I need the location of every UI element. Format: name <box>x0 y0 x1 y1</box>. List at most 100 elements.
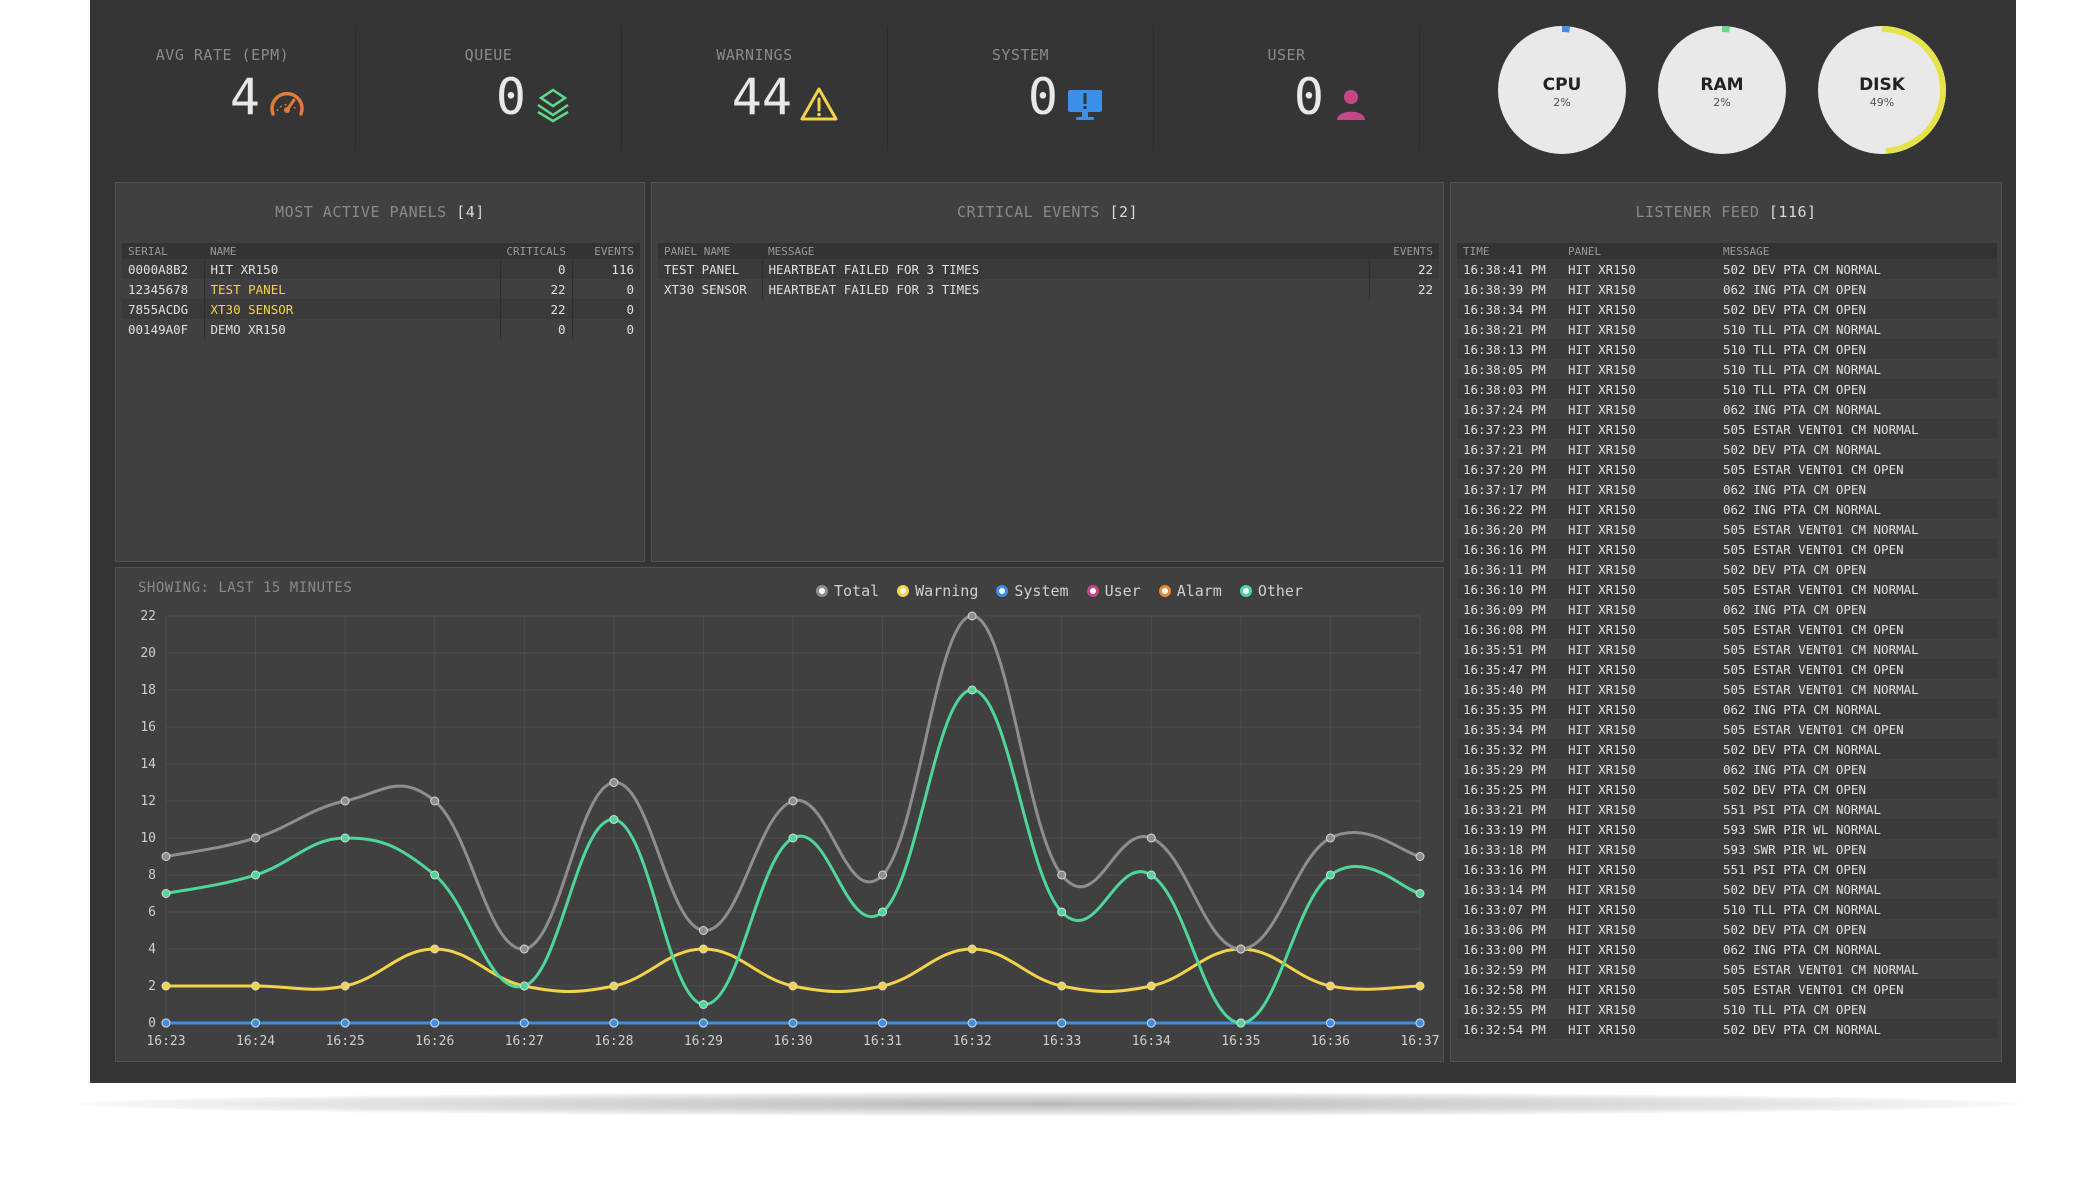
data-point[interactable] <box>161 852 171 861</box>
feed-row[interactable]: 16:38:34 PM HIT XR150 502 DEV PTA CM OPEN <box>1457 299 1997 319</box>
data-point[interactable] <box>1415 981 1425 991</box>
feed-row[interactable]: 16:38:05 PM HIT XR150 510 TLL PTA CM NORMA… <box>1457 359 1997 379</box>
data-point[interactable] <box>1057 1018 1067 1028</box>
col-name[interactable]: NAME <box>204 243 500 259</box>
feed-row[interactable]: 16:33:00 PM HIT XR150 062 ING PTA CM NORMA… <box>1457 939 1997 959</box>
feed-row[interactable]: 16:37:17 PM HIT XR150 062 ING PTA CM OPEN <box>1457 479 1997 499</box>
data-point[interactable] <box>1325 833 1335 843</box>
data-point[interactable] <box>430 944 440 954</box>
col-message[interactable]: MESSAGE <box>1717 243 1997 259</box>
feed-row[interactable]: 16:36:20 PM HIT XR150 505 ESTAR VENT01 CM … <box>1457 519 1997 539</box>
data-point[interactable] <box>878 1018 888 1028</box>
table-row[interactable]: XT30 SENSOR HEARTBEAT FAILED FOR 3 TIMES 2… <box>658 279 1439 299</box>
data-point[interactable] <box>161 981 171 991</box>
feed-row[interactable]: 16:33:14 PM HIT XR150 502 DEV PTA CM NORMA… <box>1457 879 1997 899</box>
data-point[interactable] <box>161 1018 171 1028</box>
feed-row[interactable]: 16:35:40 PM HIT XR150 505 ESTAR VENT01 CM … <box>1457 679 1997 699</box>
feed-row[interactable]: 16:35:47 PM HIT XR150 505 ESTAR VENT01 CM … <box>1457 659 1997 679</box>
feed-row[interactable]: 16:35:35 PM HIT XR150 062 ING PTA CM NORMA… <box>1457 699 1997 719</box>
data-point[interactable] <box>340 981 350 991</box>
col-panel[interactable]: PANEL <box>1562 243 1717 259</box>
data-point[interactable] <box>1146 981 1156 991</box>
data-point[interactable] <box>878 870 888 880</box>
feed-row[interactable]: 16:37:23 PM HIT XR150 505 ESTAR VENT01 CM … <box>1457 419 1997 439</box>
table-row[interactable]: 12345678 TEST PANEL 22 0 <box>122 279 640 299</box>
feed-row[interactable]: 16:36:22 PM HIT XR150 062 ING PTA CM NORMA… <box>1457 499 1997 519</box>
data-point[interactable] <box>698 1000 708 1009</box>
data-point[interactable] <box>698 944 708 954</box>
feed-row[interactable]: 16:33:21 PM HIT XR150 551 PSI PTA CM NORMA… <box>1457 799 1997 819</box>
feed-row[interactable]: 16:32:59 PM HIT XR150 505 ESTAR VENT01 CM … <box>1457 959 1997 979</box>
feed-row[interactable]: 16:38:41 PM HIT XR150 502 DEV PTA CM NORMA… <box>1457 259 1997 279</box>
data-point[interactable] <box>967 1018 977 1028</box>
data-point[interactable] <box>1415 852 1425 861</box>
data-point[interactable] <box>878 981 888 991</box>
data-point[interactable] <box>1325 1018 1335 1028</box>
feed-row[interactable]: 16:36:11 PM HIT XR150 502 DEV PTA CM OPEN <box>1457 559 1997 579</box>
feed-row[interactable]: 16:38:21 PM HIT XR150 510 TLL PTA CM NORMA… <box>1457 319 1997 339</box>
feed-row[interactable]: 16:32:58 PM HIT XR150 505 ESTAR VENT01 CM … <box>1457 979 1997 999</box>
data-point[interactable] <box>1057 870 1067 880</box>
feed-row[interactable]: 16:37:21 PM HIT XR150 502 DEV PTA CM NORMA… <box>1457 439 1997 459</box>
feed-row[interactable]: 16:37:20 PM HIT XR150 505 ESTAR VENT01 CM … <box>1457 459 1997 479</box>
data-point[interactable] <box>788 796 798 806</box>
feed-row[interactable]: 16:33:07 PM HIT XR150 510 TLL PTA CM NORMA… <box>1457 899 1997 919</box>
feed-row[interactable]: 16:37:24 PM HIT XR150 062 ING PTA CM NORMA… <box>1457 399 1997 419</box>
data-point[interactable] <box>1236 944 1246 954</box>
feed-row[interactable]: 16:36:16 PM HIT XR150 505 ESTAR VENT01 CM … <box>1457 539 1997 559</box>
col-serial[interactable]: SERIAL <box>122 243 204 259</box>
data-point[interactable] <box>609 981 619 991</box>
data-point[interactable] <box>967 944 977 954</box>
data-point[interactable] <box>519 981 529 991</box>
table-row[interactable]: 7855ACDG XT30 SENSOR 22 0 <box>122 299 640 319</box>
feed-row[interactable]: 16:35:34 PM HIT XR150 505 ESTAR VENT01 CM … <box>1457 719 1997 739</box>
table-row[interactable]: TEST PANEL HEARTBEAT FAILED FOR 3 TIMES 22 <box>658 259 1439 279</box>
data-point[interactable] <box>698 1018 708 1028</box>
data-point[interactable] <box>967 611 977 621</box>
feed-row[interactable]: 16:36:08 PM HIT XR150 505 ESTAR VENT01 CM … <box>1457 619 1997 639</box>
data-point[interactable] <box>430 796 440 806</box>
data-point[interactable] <box>1057 907 1067 917</box>
data-point[interactable] <box>878 907 888 917</box>
data-point[interactable] <box>1146 870 1156 880</box>
data-point[interactable] <box>1057 981 1067 991</box>
data-point[interactable] <box>788 981 798 991</box>
data-point[interactable] <box>1325 870 1335 880</box>
feed-row[interactable]: 16:35:32 PM HIT XR150 502 DEV PTA CM NORMA… <box>1457 739 1997 759</box>
data-point[interactable] <box>1415 1018 1425 1028</box>
data-point[interactable] <box>519 944 529 954</box>
col-message[interactable]: MESSAGE <box>762 243 1369 259</box>
data-point[interactable] <box>251 870 261 880</box>
data-point[interactable] <box>251 1018 261 1028</box>
col-events[interactable]: EVENTS <box>572 243 640 259</box>
data-point[interactable] <box>251 981 261 991</box>
data-point[interactable] <box>788 833 798 843</box>
feed-row[interactable]: 16:38:03 PM HIT XR150 510 TLL PTA CM OPEN <box>1457 379 1997 399</box>
data-point[interactable] <box>430 1018 440 1028</box>
feed-row[interactable]: 16:38:39 PM HIT XR150 062 ING PTA CM OPEN <box>1457 279 1997 299</box>
feed-row[interactable]: 16:33:18 PM HIT XR150 593 SWR PIR WL OPEN <box>1457 839 1997 859</box>
data-point[interactable] <box>340 796 350 806</box>
feed-row[interactable]: 16:36:09 PM HIT XR150 062 ING PTA CM OPEN <box>1457 599 1997 619</box>
data-point[interactable] <box>1236 1018 1246 1028</box>
data-point[interactable] <box>519 1018 529 1028</box>
data-point[interactable] <box>1146 833 1156 843</box>
feed-row[interactable]: 16:35:25 PM HIT XR150 502 DEV PTA CM OPEN <box>1457 779 1997 799</box>
col-criticals[interactable]: CRITICALS <box>500 243 572 259</box>
feed-row[interactable]: 16:33:19 PM HIT XR150 593 SWR PIR WL NORMA… <box>1457 819 1997 839</box>
feed-row[interactable]: 16:32:55 PM HIT XR150 510 TLL PTA CM OPEN <box>1457 999 1997 1019</box>
data-point[interactable] <box>1415 889 1425 898</box>
data-point[interactable] <box>1146 1018 1156 1028</box>
feed-row[interactable]: 16:38:13 PM HIT XR150 510 TLL PTA CM OPEN <box>1457 339 1997 359</box>
data-point[interactable] <box>967 685 977 695</box>
data-point[interactable] <box>609 1018 619 1028</box>
col-time[interactable]: TIME <box>1457 243 1562 259</box>
data-point[interactable] <box>251 833 261 843</box>
data-point[interactable] <box>340 833 350 843</box>
feed-row[interactable]: 16:33:06 PM HIT XR150 502 DEV PTA CM OPEN <box>1457 919 1997 939</box>
col-panel-name[interactable]: PANEL NAME <box>658 243 762 259</box>
feed-row[interactable]: 16:32:54 PM HIT XR150 502 DEV PTA CM NORMA… <box>1457 1019 1997 1039</box>
feed-row[interactable]: 16:33:16 PM HIT XR150 551 PSI PTA CM OPEN <box>1457 859 1997 879</box>
table-row[interactable]: 0000A8B2 HIT XR150 0 116 <box>122 259 640 279</box>
feed-row[interactable]: 16:36:10 PM HIT XR150 505 ESTAR VENT01 CM … <box>1457 579 1997 599</box>
